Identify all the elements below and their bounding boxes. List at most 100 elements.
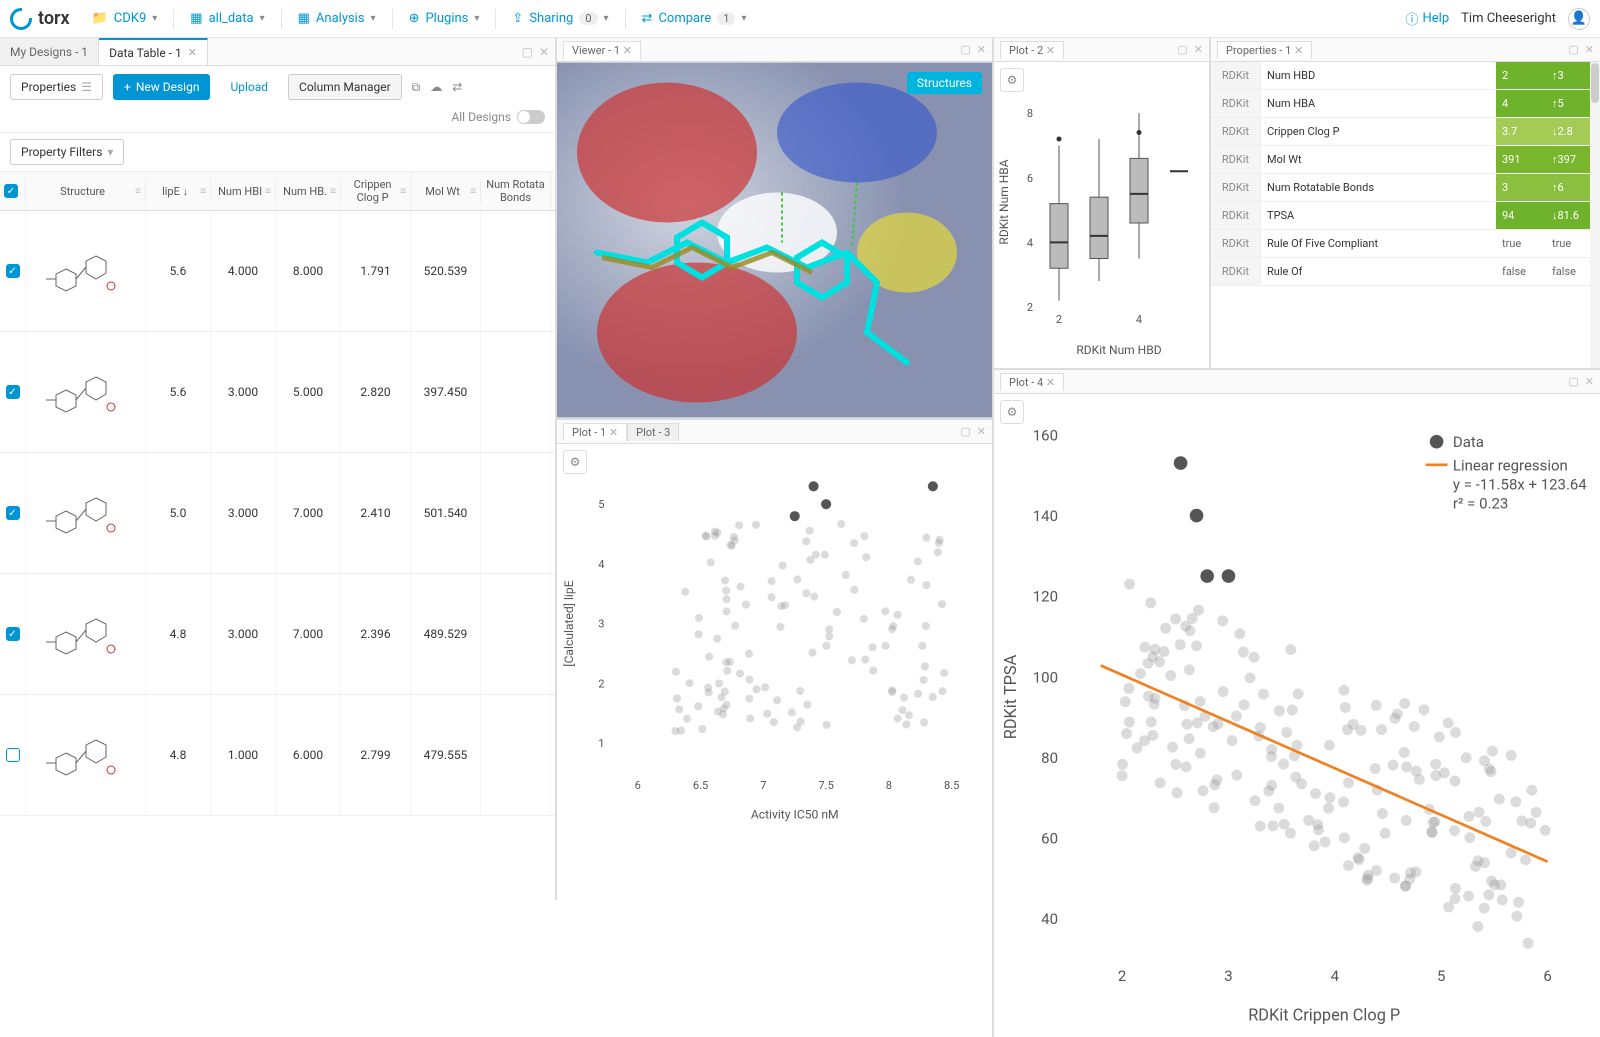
property-row: RDKit Num HBD 2 3 [1211, 62, 1600, 90]
properties-pane: Properties - 1 ✕ ▢ ✕ RDKit Num HBD 2 3 RD… [1211, 38, 1600, 368]
all-designs-toggle[interactable] [517, 110, 545, 124]
col-hbd[interactable]: Num HBI [215, 185, 265, 198]
property-name: Rule Of [1261, 258, 1496, 285]
col-lipe[interactable]: lipE ↓ [150, 185, 200, 198]
tab-my-designs[interactable]: My Designs - 1 [0, 38, 99, 65]
lipe-cell: 5.6 [146, 211, 211, 331]
close-pane-icon[interactable]: ✕ [1194, 43, 1203, 56]
close-pane-icon[interactable]: ✕ [1585, 375, 1594, 388]
plot4-pane: Plot - 4 ✕ ▢ ✕ ⚙ 23456406080100120140160D… [994, 370, 1600, 1037]
svg-text:1: 1 [598, 737, 604, 750]
chevron-down-icon: ▾ [371, 13, 376, 24]
rotbonds-cell [481, 695, 551, 815]
plot4-tab[interactable]: Plot - 4 ✕ [1000, 373, 1064, 391]
column-menu-icon[interactable]: ≡ [265, 186, 271, 197]
hba-cell: 6.000 [276, 695, 341, 815]
row-checkbox[interactable]: ✓ [6, 385, 20, 399]
property-row: RDKit Num HBA 4 5 [1211, 90, 1600, 118]
column-menu-icon[interactable]: ≡ [400, 186, 406, 197]
row-checkbox[interactable]: ✓ [6, 264, 20, 278]
nav-analysis[interactable]: ▦ Analysis ▾ [290, 7, 384, 30]
swap-icon[interactable]: ⇄ [452, 80, 462, 94]
hba-cell: 5.000 [276, 332, 341, 452]
window-icon[interactable]: ▢ [1568, 43, 1578, 56]
hbd-cell: 3.000 [211, 332, 276, 452]
table-row[interactable]: ✓ 5.6 4.000 8.000 1.791 520.539 [0, 211, 555, 332]
plot3-tab[interactable]: Plot - 3 [627, 423, 679, 441]
col-molwt[interactable]: Mol Wt [415, 185, 470, 198]
column-menu-icon[interactable]: ≡ [470, 186, 476, 197]
plot1-body[interactable]: ⚙ 66.577.588.512345Activity IC50 nM[Calc… [557, 444, 992, 1037]
close-pane-icon[interactable]: ✕ [539, 45, 549, 59]
folder-icon: 📁 [92, 11, 108, 26]
compare-icon: ⇄ [642, 11, 653, 26]
property-value-1: true [1496, 230, 1546, 257]
close-pane-icon[interactable]: ✕ [977, 425, 986, 438]
svg-text:8: 8 [1027, 107, 1033, 120]
select-all-checkbox[interactable]: ✓ [4, 184, 18, 198]
properties-body[interactable]: RDKit Num HBD 2 3 RDKit Num HBA 4 5 RDKi… [1211, 62, 1600, 368]
close-icon[interactable]: ✕ [188, 46, 197, 59]
table-row[interactable]: 4.8 1.000 6.000 2.799 479.555 [0, 695, 555, 816]
property-source: RDKit [1211, 230, 1261, 257]
nav-sharing[interactable]: ⇪ Sharing 0 ▾ [504, 7, 616, 30]
table-row[interactable]: ✓ 5.6 3.000 5.000 2.820 397.450 [0, 332, 555, 453]
separator [625, 9, 626, 29]
plot-settings-button[interactable]: ⚙ [1000, 68, 1024, 92]
help-link[interactable]: ⓘ Help [1406, 9, 1450, 28]
table-row[interactable]: ✓ 4.8 3.000 7.000 2.396 489.529 [0, 574, 555, 695]
row-checkbox[interactable] [6, 748, 20, 762]
col-hba[interactable]: Num HB. [280, 185, 330, 198]
compare-count-badge: 1 [717, 12, 735, 25]
plot4-body[interactable]: ⚙ 23456406080100120140160DataLinear regr… [994, 394, 1600, 1037]
viewer-tab[interactable]: Viewer - 1 ✕ [563, 41, 641, 59]
column-menu-icon[interactable]: ≡ [200, 186, 206, 197]
property-filters-button[interactable]: Property Filters ▾ [10, 139, 124, 165]
upload-button[interactable]: Upload [220, 75, 278, 99]
help-icon: ⓘ [1406, 9, 1419, 28]
row-checkbox[interactable]: ✓ [6, 627, 20, 641]
nav-project[interactable]: 📁 CDK9 ▾ [84, 7, 166, 30]
window-icon[interactable]: ▢ [1177, 43, 1187, 56]
hba-cell: 7.000 [276, 453, 341, 573]
property-value-1: false [1496, 258, 1546, 285]
row-checkbox[interactable]: ✓ [6, 506, 20, 520]
plot1-tab[interactable]: Plot - 1 ✕ [563, 423, 627, 441]
tab-data-table[interactable]: Data Table - 1 ✕ [99, 38, 208, 65]
close-icon[interactable]: ✕ [623, 44, 632, 57]
column-menu-icon[interactable]: ≡ [330, 186, 336, 197]
window-icon[interactable]: ▢ [960, 43, 970, 56]
plot2-tab[interactable]: Plot - 2 ✕ [1000, 41, 1064, 59]
col-structure[interactable]: Structure [30, 185, 135, 198]
structures-button[interactable]: Structures [907, 72, 982, 94]
nav-compare[interactable]: ⇄ Compare 1 ▾ [634, 7, 755, 30]
close-pane-icon[interactable]: ✕ [977, 43, 986, 56]
plot-settings-button[interactable]: ⚙ [563, 450, 587, 474]
cloud-icon[interactable]: ☁ [430, 80, 442, 94]
column-menu-icon[interactable]: ≡ [135, 186, 141, 197]
close-pane-icon[interactable]: ✕ [1585, 43, 1594, 56]
plot2-body[interactable]: ⚙ 246824RDKit Num HBDRDKit Num HBA [994, 62, 1209, 368]
property-value-1: 94 [1496, 202, 1546, 229]
properties-tab[interactable]: Properties - 1 ✕ [1217, 41, 1312, 59]
nav-plugins[interactable]: ⊕ Plugins ▾ [401, 7, 488, 30]
window-icon[interactable]: ▢ [960, 425, 970, 438]
window-icon[interactable]: ▢ [522, 45, 533, 59]
properties-button[interactable]: Properties ☰ [10, 74, 103, 100]
datatable-body[interactable]: ✓ Structure≡ lipE ↓≡ Num HBI≡ Num HB.≡ C… [0, 172, 555, 1037]
col-clogp[interactable]: Crippen Clog P [345, 178, 400, 204]
column-manager-button[interactable]: Column Manager [288, 74, 402, 100]
scrollbar[interactable] [1590, 62, 1600, 368]
lipe-cell: 4.8 [146, 695, 211, 815]
window-icon[interactable]: ▢ [1568, 375, 1578, 388]
col-rotbonds[interactable]: Num Rotata Bonds [485, 178, 546, 204]
plot-settings-button[interactable]: ⚙ [1000, 400, 1024, 424]
table-row[interactable]: ✓ 5.0 3.000 7.000 2.410 501.540 [0, 453, 555, 574]
new-design-button[interactable]: + New Design [113, 74, 210, 100]
nav-dataset[interactable]: ▦ all_data ▾ [182, 7, 272, 30]
viewer-3d[interactable]: Structures [557, 62, 992, 418]
svg-text:40: 40 [1041, 910, 1058, 928]
copy-icon[interactable]: ⧉ [412, 80, 421, 95]
user-avatar-icon[interactable]: 👤 [1568, 8, 1590, 30]
rotbonds-cell [481, 332, 551, 452]
